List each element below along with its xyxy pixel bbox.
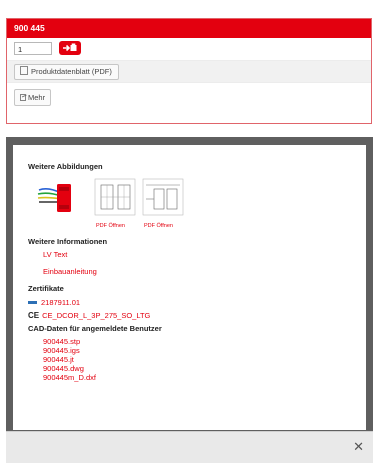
- more-icon: [20, 94, 27, 101]
- datasheet-button[interactable]: Produktdatenblatt (PDF): [14, 64, 119, 80]
- quantity-row: 1: [7, 38, 371, 60]
- installation-guide-link[interactable]: Einbauanleitung: [43, 267, 366, 276]
- cert-1-label: 2187911.01: [41, 298, 81, 307]
- pdf-icon: [20, 66, 28, 75]
- cad-file-link[interactable]: 900445.stp: [43, 337, 366, 346]
- cad-file-link[interactable]: 900445.jt: [43, 355, 366, 364]
- cad-file-link[interactable]: 900445.igs: [43, 346, 366, 355]
- datasheet-label: Produktdatenblatt (PDF): [31, 67, 112, 76]
- add-to-cart-button[interactable]: [59, 41, 81, 55]
- close-icon[interactable]: ✕: [353, 441, 364, 454]
- lv-text-link[interactable]: LV Text: [43, 250, 366, 259]
- details-modal: Weitere Abbildungen PDF Öffnen PDF Öffne…: [6, 137, 373, 463]
- more-label: Mehr: [28, 93, 46, 102]
- add-to-cart-icon: [63, 43, 77, 52]
- ce-mark-icon: CE: [28, 311, 40, 320]
- cad-file-link[interactable]: 900445.dwg: [43, 364, 366, 373]
- cad-file-link[interactable]: 900445m_D.dxf: [43, 373, 366, 382]
- cert-link-1[interactable]: 2187911.01: [28, 298, 366, 307]
- modal-content: Weitere Abbildungen PDF Öffnen PDF Öffne…: [13, 145, 366, 430]
- cert-heading: Zertifikate: [28, 284, 64, 293]
- datasheet-row: Produktdatenblatt (PDF): [7, 60, 371, 83]
- cert-2-label: CE_DCOR_L_3P_275_SO_LTG: [42, 311, 151, 320]
- pdf-open-link-1[interactable]: PDF Öffnen: [96, 223, 125, 229]
- product-image[interactable]: [35, 180, 75, 216]
- cert-link-2[interactable]: CE CE_DCOR_L_3P_275_SO_LTG: [28, 311, 366, 320]
- dimension-drawing-1[interactable]: [92, 177, 138, 217]
- cad-heading: CAD-Daten für angemeldete Benutzer: [28, 324, 162, 333]
- certificate-icon: [28, 301, 37, 304]
- image-gallery: PDF Öffnen PDF Öffnen: [28, 177, 366, 237]
- more-row: Mehr: [7, 83, 371, 110]
- more-button[interactable]: Mehr: [14, 89, 52, 106]
- product-number: 900 445: [7, 19, 371, 38]
- pdf-open-link-2[interactable]: PDF Öffnen: [144, 223, 173, 229]
- product-card: 900 445 1 Produktdatenblatt (PDF) Mehr: [6, 18, 372, 124]
- modal-footer: ✕: [6, 431, 373, 463]
- dimension-drawing-2[interactable]: [140, 177, 186, 217]
- images-heading: Weitere Abbildungen: [28, 162, 103, 171]
- quantity-input[interactable]: 1: [14, 42, 52, 55]
- info-heading: Weitere Informationen: [28, 237, 108, 246]
